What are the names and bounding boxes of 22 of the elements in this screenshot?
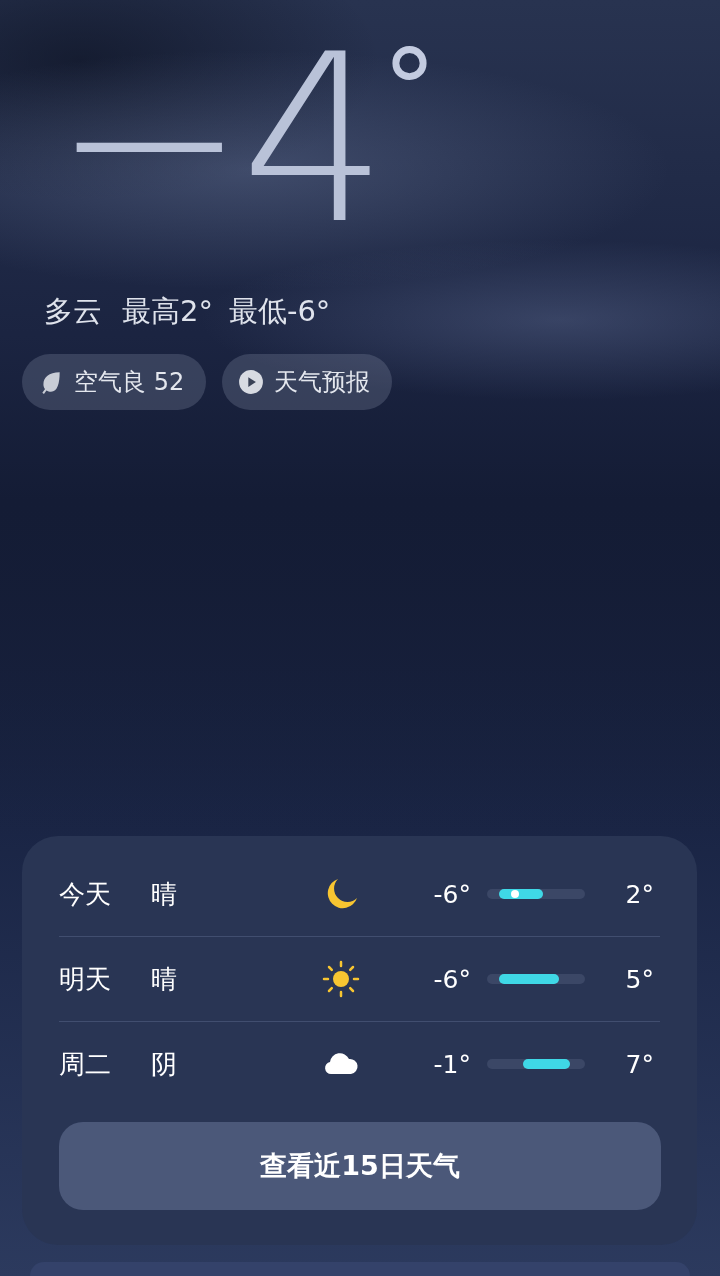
day-label: 周二 xyxy=(59,1047,112,1081)
sun-icon xyxy=(321,959,361,999)
low-temperature: -6° xyxy=(432,964,471,994)
weather-summary-text: 最低-6° xyxy=(228,293,331,330)
condition-label: 晴 xyxy=(151,962,178,996)
low-temperature: -1° xyxy=(432,1049,471,1079)
play-icon xyxy=(238,369,265,395)
degree-sign: ° xyxy=(382,30,437,150)
condition-label: 阴 xyxy=(151,1047,178,1081)
day-label: 明天 xyxy=(59,962,112,996)
weather-summary-text: 多云 xyxy=(44,293,102,330)
low-temperature: -6° xyxy=(432,879,471,909)
high-temperature: 7° xyxy=(624,1049,655,1079)
weather-summary-text: 最高2° xyxy=(122,293,213,330)
high-temperature: 5° xyxy=(624,964,655,994)
air-quality-chip[interactable]: 空气良 52 xyxy=(22,354,207,410)
day-label: 今天 xyxy=(59,877,112,911)
fifteen-day-forecast-button[interactable]: 查看近15日天气 xyxy=(59,1122,661,1210)
forecast-video-chip[interactable]: 天气预报 xyxy=(222,354,393,410)
current-temperature: −4 xyxy=(52,20,382,260)
high-temperature: 2° xyxy=(624,879,655,909)
condition-label: 晴 xyxy=(151,877,178,911)
